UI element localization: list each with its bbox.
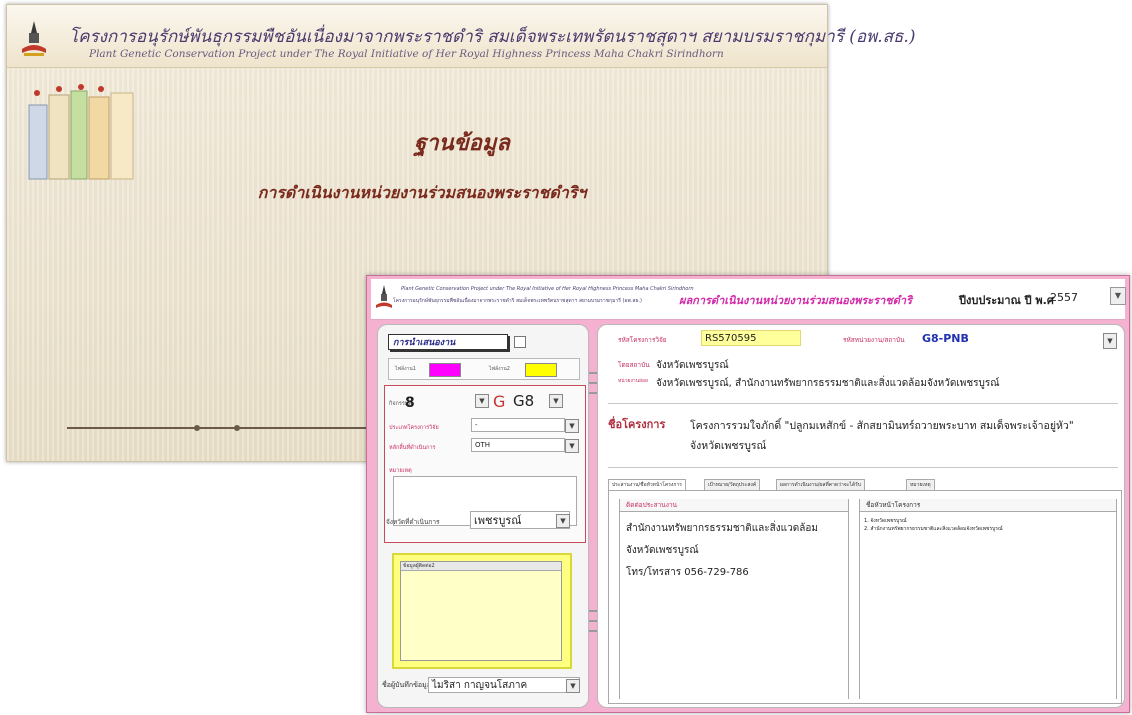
royal-emblem-icon <box>22 21 46 56</box>
operation-field[interactable]: OTH <box>471 438 565 452</box>
file1-label: ไฟล์งาน1 <box>395 366 416 372</box>
recorder-field[interactable]: ไมริสา กาญจนโสภาค <box>428 677 580 693</box>
project-name-label: ชื่อโครงการ <box>608 418 666 431</box>
chevron-down-icon[interactable]: ▼ <box>475 394 489 408</box>
project-name-line2[interactable]: จังหวัดเพชรบูรณ์ <box>690 437 766 454</box>
chevron-down-icon[interactable]: ▼ <box>1110 287 1126 305</box>
province-label: จังหวัดที่ดำเนินการ <box>386 518 440 526</box>
group-prefix: G <box>493 392 506 411</box>
research-type-field[interactable]: - <box>471 418 565 432</box>
chevron-down-icon[interactable]: ▼ <box>1103 333 1117 349</box>
divider <box>608 403 1118 404</box>
decorative-divider <box>67 425 387 431</box>
activity-value[interactable]: 8 <box>405 395 415 411</box>
form-header: Plant Genetic Conservation Project under… <box>371 279 1126 320</box>
leader-item[interactable]: 1. จังหวัดเพชรบูรณ์ <box>864 517 907 525</box>
province-field[interactable]: เพชรบูรณ์ <box>470 511 570 529</box>
recorder-label: ชื่อผู้บันทึกข้อมูล <box>382 681 432 689</box>
project-name-line1[interactable]: โครงการรวมใจภักดิ์ "ปลูกมเหสักข์ - สักสย… <box>690 417 1074 434</box>
institution-value[interactable]: จังหวัดเพชรบูรณ์ <box>656 358 729 373</box>
leader-header: ชื่อหัวหน้าโครงการ <box>860 499 1116 512</box>
splash-title-english: Plant Genetic Conservation Project under… <box>89 48 724 60</box>
unit-code-label: รหัสหน่วยงาน/สถาบัน <box>843 336 905 344</box>
contact-line[interactable]: สำนักงานทรัพยากรธรรมชาติและสิ่งแวดล้อม <box>626 521 818 536</box>
header-project-english: Plant Genetic Conservation Project under… <box>401 286 694 292</box>
file1-swatch[interactable] <box>429 363 461 377</box>
splash-title-thai: โครงการอนุรักษ์พันธุกรรมพืชอันเนื่องมาจา… <box>69 27 916 47</box>
file2-swatch[interactable] <box>525 363 557 377</box>
chevron-down-icon[interactable]: ▼ <box>549 394 563 408</box>
tab-content: ติดต่อประสานงาน สำนักงานทรัพยากรธรรมชาติ… <box>608 490 1122 704</box>
sub-unit-label: หน่วยงานย่อย <box>618 378 648 384</box>
attachments-header: ข้อมูลผู้ติดต่อ2 <box>401 562 561 571</box>
file-status-box: ไฟล์งาน1 ไฟล์งาน2 <box>388 358 580 380</box>
record-form-window: Plant Genetic Conservation Project under… <box>366 275 1130 713</box>
left-panel: การนำเสนองาน ไฟล์งาน1 ไฟล์งาน2 กิจกรรมที… <box>377 324 589 708</box>
contact-column: ติดต่อประสานงาน สำนักงานทรัพยากรธรรมชาติ… <box>619 499 849 699</box>
contact-header: ติดต่อประสานงาน <box>620 499 848 512</box>
fiscal-year-value[interactable]: 2557 <box>1050 291 1078 304</box>
chevron-down-icon[interactable]: ▼ <box>565 419 579 433</box>
contact-line[interactable]: โทร/โทรสาร 056-729-786 <box>626 565 749 580</box>
leader-item[interactable]: 2. สำนักงานทรัพยากรธรรมชาติและสิ่งแวดล้อ… <box>864 525 1003 533</box>
royal-emblem-icon <box>376 285 392 308</box>
fiscal-year-label: ปีงบประมาณ ปี พ.ศ <box>959 294 1054 307</box>
sub-unit-value[interactable]: จังหวัดเพชรบูรณ์, สำนักงานทรัพยากรธรรมชา… <box>656 376 1000 391</box>
splash-header: โครงการอนุรักษ์พันธุกรรมพืชอันเนื่องมาจา… <box>7 5 915 68</box>
group-value[interactable]: G8 <box>513 392 534 410</box>
research-code-label: รหัสโครงการวิจัย <box>618 336 667 344</box>
chevron-down-icon[interactable]: ▼ <box>566 679 580 693</box>
database-title: ฐานข้อมูล <box>414 130 510 156</box>
file2-label: ไฟล์งาน2 <box>489 366 510 372</box>
note-label: หมายเหตุ <box>389 468 412 474</box>
attachments-box: ข้อมูลผู้ติดต่อ2 <box>392 553 572 669</box>
presentation-checkbox[interactable] <box>514 336 526 348</box>
attachments-list[interactable]: ข้อมูลผู้ติดต่อ2 <box>400 561 562 661</box>
operation-label: หลักสิ้นที่ดำเนินการ <box>389 445 436 451</box>
divider <box>608 467 1118 468</box>
presentation-tag: การนำเสนองาน <box>388 334 508 350</box>
header-project-thai: โครงการอนุรักษ์พันธุกรรมพืชอันเนื่องมาจา… <box>393 298 642 304</box>
institution-label: โดยสถาบัน <box>618 361 650 369</box>
contact-line[interactable]: จังหวัดเพชรบูรณ์ <box>626 543 699 558</box>
unit-code-value[interactable]: G8-PNB <box>922 332 969 345</box>
leader-column: ชื่อหัวหน้าโครงการ 1. จังหวัดเพชรบูรณ์ 2… <box>859 499 1117 699</box>
chevron-down-icon[interactable]: ▼ <box>565 439 579 453</box>
chevron-down-icon[interactable]: ▼ <box>556 514 570 528</box>
right-panel: รหัสโครงการวิจัย RS570595 รหัสหน่วยงาน/ส… <box>597 324 1125 708</box>
database-subtitle: การดำเนินงานหน่วยงานร่วมสนองพระราชดำริฯ <box>257 183 587 202</box>
form-title: ผลการดำเนินงานหน่วยงานร่วมสนองพระราชดำริ <box>679 294 912 307</box>
research-type-label: ประเภทโครงการวิจัย <box>389 425 439 431</box>
research-code-field[interactable]: RS570595 <box>701 330 801 346</box>
